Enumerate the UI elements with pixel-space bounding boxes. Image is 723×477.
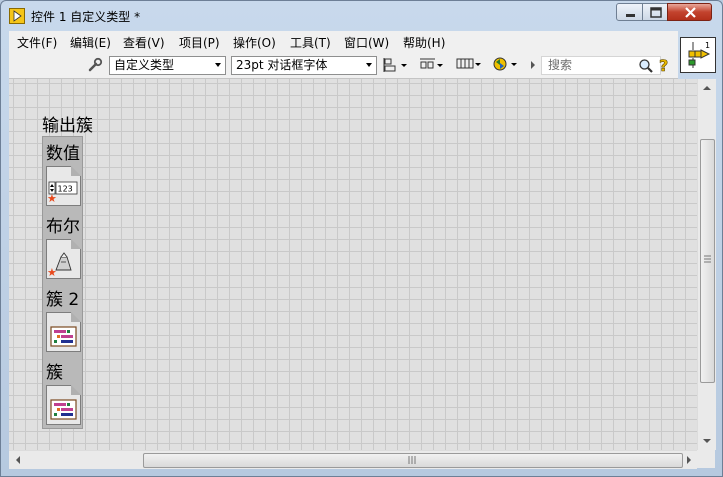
fold-corner [71,385,81,395]
scroll-right-icon[interactable] [685,455,693,465]
chevron-down-icon [215,63,221,67]
output-cluster[interactable]: 数值 123 ★ 布尔 ★ 簇 2 簇 [42,136,83,429]
menu-project[interactable]: 项目(P) [179,34,220,51]
grip-icon [408,456,416,464]
boolean-control[interactable]: ★ [46,239,81,279]
svg-text:1: 1 [705,41,710,50]
cluster-element-label: 布尔 [46,217,80,237]
font-value: 23pt 对话框字体 [236,58,328,72]
menu-file[interactable]: 文件(F) [17,34,57,51]
cluster-element-label: 簇 [46,363,63,383]
front-panel-canvas[interactable]: 输出簇 数值 123 ★ 布尔 ★ 簇 2 簇 [9,79,697,450]
menu-window[interactable]: 窗口(W) [344,34,389,51]
search-placeholder: 搜索 [548,58,573,72]
menu-edit[interactable]: 编辑(E) [70,34,111,51]
scroll-up-icon[interactable] [702,84,712,92]
vertical-scroll-thumb[interactable] [700,139,715,383]
scroll-left-icon[interactable] [14,455,22,465]
cluster-control[interactable] [46,385,81,425]
toolbar: 自定义类型 23pt 对话框字体 搜索 ? [9,52,678,79]
cluster-2-control[interactable] [46,312,81,352]
fold-corner [71,312,81,322]
search-expand-icon[interactable] [529,59,537,71]
maximize-button[interactable] [642,3,668,21]
maximize-icon [650,7,662,18]
close-icon [685,7,696,18]
numeric-control[interactable]: 123 ★ [46,166,81,206]
vi-window: 控件 1 自定义类型 * 文件(F) 编辑(E) 查看(V) 项目(P) 操作(… [0,0,723,477]
wrench-icon[interactable] [87,57,103,73]
scroll-corner [697,450,715,468]
help-icon[interactable]: ? [657,56,671,74]
cluster-label: 输出簇 [42,116,93,136]
title-bar[interactable]: 控件 1 自定义类型 * [1,1,722,31]
reorder-icon[interactable] [491,56,519,73]
svg-text:★: ★ [47,266,57,278]
minimize-icon [626,14,635,17]
horizontal-scrollbar[interactable] [9,450,697,469]
vertical-scrollbar[interactable] [697,79,716,450]
minimize-button[interactable] [616,3,643,21]
menu-tools[interactable]: 工具(T) [290,34,331,51]
grip-icon [704,255,711,263]
resize-objects-icon[interactable] [455,56,483,73]
search-input[interactable]: 搜索 [541,56,661,75]
connector-pane-graphic: 1 [688,41,711,68]
horizontal-scroll-thumb[interactable] [143,453,683,468]
scroll-down-icon[interactable] [702,437,712,445]
window-title: 控件 1 自定义类型 * [31,10,141,24]
labview-app-icon [9,8,25,24]
connector-pane-icon[interactable]: 1 [680,37,716,73]
menu-help[interactable]: 帮助(H) [403,34,445,51]
menu-view[interactable]: 查看(V) [123,34,165,51]
cluster-element-label: 簇 2 [46,290,80,310]
search-icon[interactable] [638,58,654,74]
control-type-value: 自定义类型 [114,58,175,72]
align-objects-icon[interactable] [383,57,409,73]
cluster-element-label: 数值 [46,144,80,164]
svg-text:123: 123 [58,185,73,194]
menu-operate[interactable]: 操作(O) [233,34,276,51]
svg-text:?: ? [659,56,668,74]
control-type-dropdown[interactable]: 自定义类型 [109,56,226,75]
fold-corner [71,239,81,249]
chevron-down-icon [366,63,372,67]
distribute-objects-icon[interactable] [419,57,445,73]
svg-text:★: ★ [47,192,57,205]
menu-bar: 文件(F) 编辑(E) 查看(V) 项目(P) 操作(O) 工具(T) 窗口(W… [9,31,678,52]
font-dropdown[interactable]: 23pt 对话框字体 [231,56,377,75]
fold-corner [71,166,81,176]
close-button[interactable] [667,3,712,21]
